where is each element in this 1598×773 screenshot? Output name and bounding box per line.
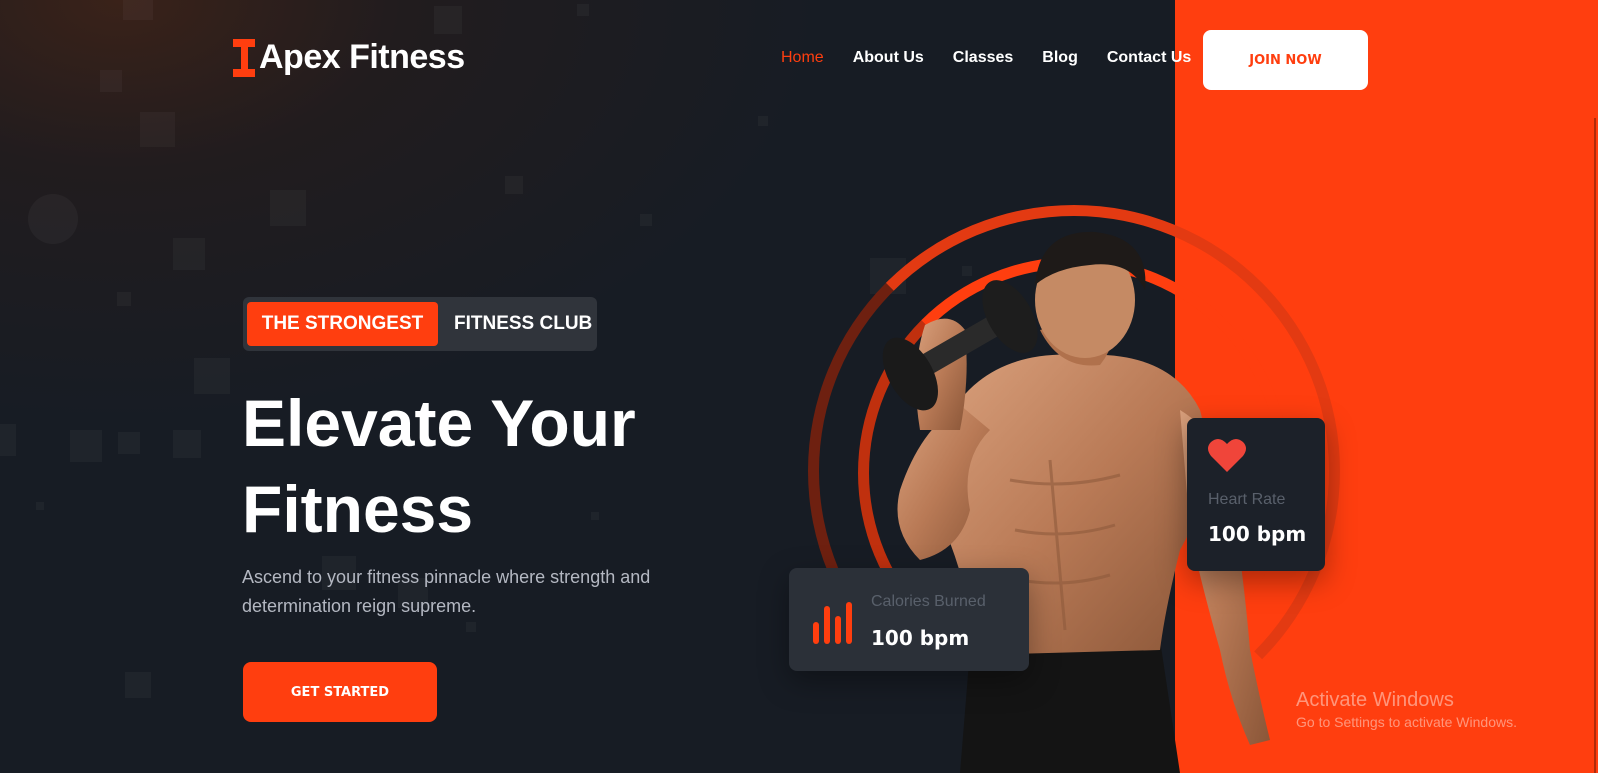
calories-value: 100 bpm <box>871 626 970 650</box>
nav-item-home[interactable]: Home <box>781 49 824 67</box>
hero-tagline: THE STRONGEST FITNESS CLUB <box>243 297 597 351</box>
scroll-track <box>1594 118 1596 773</box>
brand-logo[interactable]: Apex Fitness <box>233 38 465 77</box>
bar-chart-icon <box>813 602 852 644</box>
dumbbell-icon <box>233 38 255 77</box>
heart-rate-card: Heart Rate 100 bpm <box>1187 418 1325 571</box>
tagline-highlight: THE STRONGEST <box>247 302 438 346</box>
brand-name: Apex Fitness <box>259 38 465 76</box>
activate-windows-title: Activate Windows <box>1296 689 1454 711</box>
tagline-rest: FITNESS CLUB <box>454 313 593 334</box>
get-started-button[interactable]: GET STARTED <box>243 662 437 722</box>
heart-rate-value: 100 bpm <box>1208 522 1307 546</box>
nav-item-classes[interactable]: Classes <box>953 49 1014 67</box>
headline-line-2: Fitness <box>242 472 474 546</box>
heart-rate-label: Heart Rate <box>1208 491 1286 508</box>
nav-item-blog[interactable]: Blog <box>1042 49 1078 67</box>
headline-line-1: Elevate Your <box>242 386 636 460</box>
hero-subtext: Ascend to your fitness pinnacle where st… <box>242 563 702 621</box>
calories-label: Calories Burned <box>871 593 986 610</box>
heart-icon <box>1208 438 1246 472</box>
calories-card: Calories Burned 100 bpm <box>789 568 1029 671</box>
main-nav: Home About Us Classes Blog Contact Us <box>781 49 1220 67</box>
nav-item-contact-us[interactable]: Contact Us <box>1107 49 1191 67</box>
subtext-line-1: Ascend to your fitness pinnacle where st… <box>242 567 651 587</box>
hero-headline: Elevate Your Fitness <box>242 380 762 552</box>
activate-windows-subtitle: Go to Settings to activate Windows. <box>1296 714 1517 730</box>
nav-item-about-us[interactable]: About Us <box>853 49 924 67</box>
subtext-line-2: determination reign supreme. <box>242 596 477 616</box>
join-now-button[interactable]: JOIN NOW <box>1203 30 1368 90</box>
